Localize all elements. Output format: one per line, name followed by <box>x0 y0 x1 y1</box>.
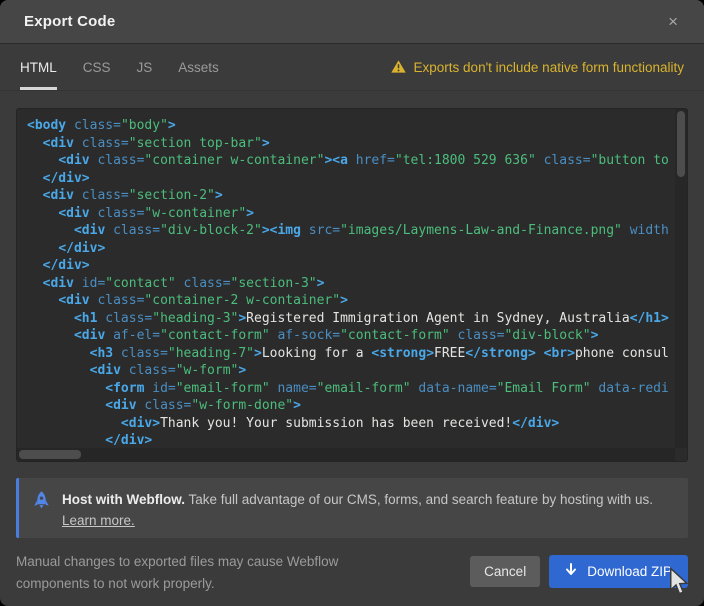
footer-note-line-2: components to not work properly. <box>16 573 338 595</box>
code-viewer: <body class="body"> <div class="section … <box>16 108 688 462</box>
code-line: <div>Thank you! Your submission has been… <box>27 415 675 433</box>
banner-text: Host with Webflow. Take full advantage o… <box>62 489 653 531</box>
code-line: <div class="w-form-done"> <box>27 397 675 415</box>
code-line: <h1 class="heading-3">Registered Immigra… <box>27 310 675 328</box>
code-content[interactable]: <body class="body"> <div class="section … <box>17 109 675 448</box>
learn-more-link[interactable]: Learn more. <box>62 513 135 528</box>
vertical-scrollbar-thumb[interactable] <box>677 111 685 177</box>
tab-css[interactable]: CSS <box>83 45 111 90</box>
export-code-screen: Export Code × HTML CSS JS Assets Expor <box>0 0 704 606</box>
code-line: <div class="container w-container"><a hr… <box>27 152 675 170</box>
code-line: <form id="email-form" name="email-form" … <box>27 380 675 398</box>
code-line: </div> <box>27 257 675 275</box>
modal-header: Export Code × <box>0 0 704 44</box>
code-line: <div af-el="contact-form" af-sock="conta… <box>27 327 675 345</box>
tab-js[interactable]: JS <box>137 45 153 90</box>
footer-note-line-1: Manual changes to exported files may cau… <box>16 551 338 573</box>
modal-title: Export Code <box>24 13 666 30</box>
code-line: <div class="section-2"> <box>27 187 675 205</box>
banner-title: Host with Webflow. <box>62 492 185 507</box>
vertical-scrollbar[interactable] <box>675 109 687 448</box>
hosting-banner: Host with Webflow. Take full advantage o… <box>16 478 688 538</box>
code-line: <div class="container-2 w-container"> <box>27 292 675 310</box>
download-arrow-icon <box>565 563 577 580</box>
code-line: <body class="body"> <box>27 117 675 135</box>
export-code-modal: Export Code × HTML CSS JS Assets Expor <box>0 0 704 606</box>
code-line: <h3 class="heading-7">Looking for a <str… <box>27 345 675 363</box>
rocket-icon <box>33 489 50 516</box>
horizontal-scrollbar-thumb[interactable] <box>19 450 81 459</box>
code-line: <div class="w-form"> <box>27 362 675 380</box>
code-line: <div class="div-block-2"><img src="image… <box>27 222 675 240</box>
code-line: </div> <box>27 240 675 258</box>
footer-note: Manual changes to exported files may cau… <box>16 551 338 595</box>
form-warning: Exports don't include native form functi… <box>391 45 684 90</box>
footer-buttons: Cancel Download ZIP <box>470 555 688 588</box>
warning-triangle-icon <box>391 60 406 76</box>
tab-assets[interactable]: Assets <box>178 45 219 90</box>
banner-body: Take full advantage of our CMS, forms, a… <box>185 492 653 507</box>
warning-text: Exports don't include native form functi… <box>414 60 684 75</box>
tab-html[interactable]: HTML <box>20 45 57 90</box>
code-line: <div class="w-container"> <box>27 205 675 223</box>
close-icon[interactable]: × <box>666 11 680 32</box>
code-line: <div class="section top-bar"> <box>27 135 675 153</box>
tabs: HTML CSS JS Assets <box>20 45 219 90</box>
tab-bar: HTML CSS JS Assets Exports don't include… <box>0 45 704 91</box>
cancel-button[interactable]: Cancel <box>470 556 540 587</box>
code-line: </div> <box>27 170 675 188</box>
code-line: <div id="contact" class="section-3"> <box>27 275 675 293</box>
code-line: </div> <box>27 432 675 448</box>
download-zip-button[interactable]: Download ZIP <box>549 555 688 588</box>
horizontal-scrollbar[interactable] <box>17 448 675 461</box>
download-zip-label: Download ZIP <box>587 564 672 579</box>
